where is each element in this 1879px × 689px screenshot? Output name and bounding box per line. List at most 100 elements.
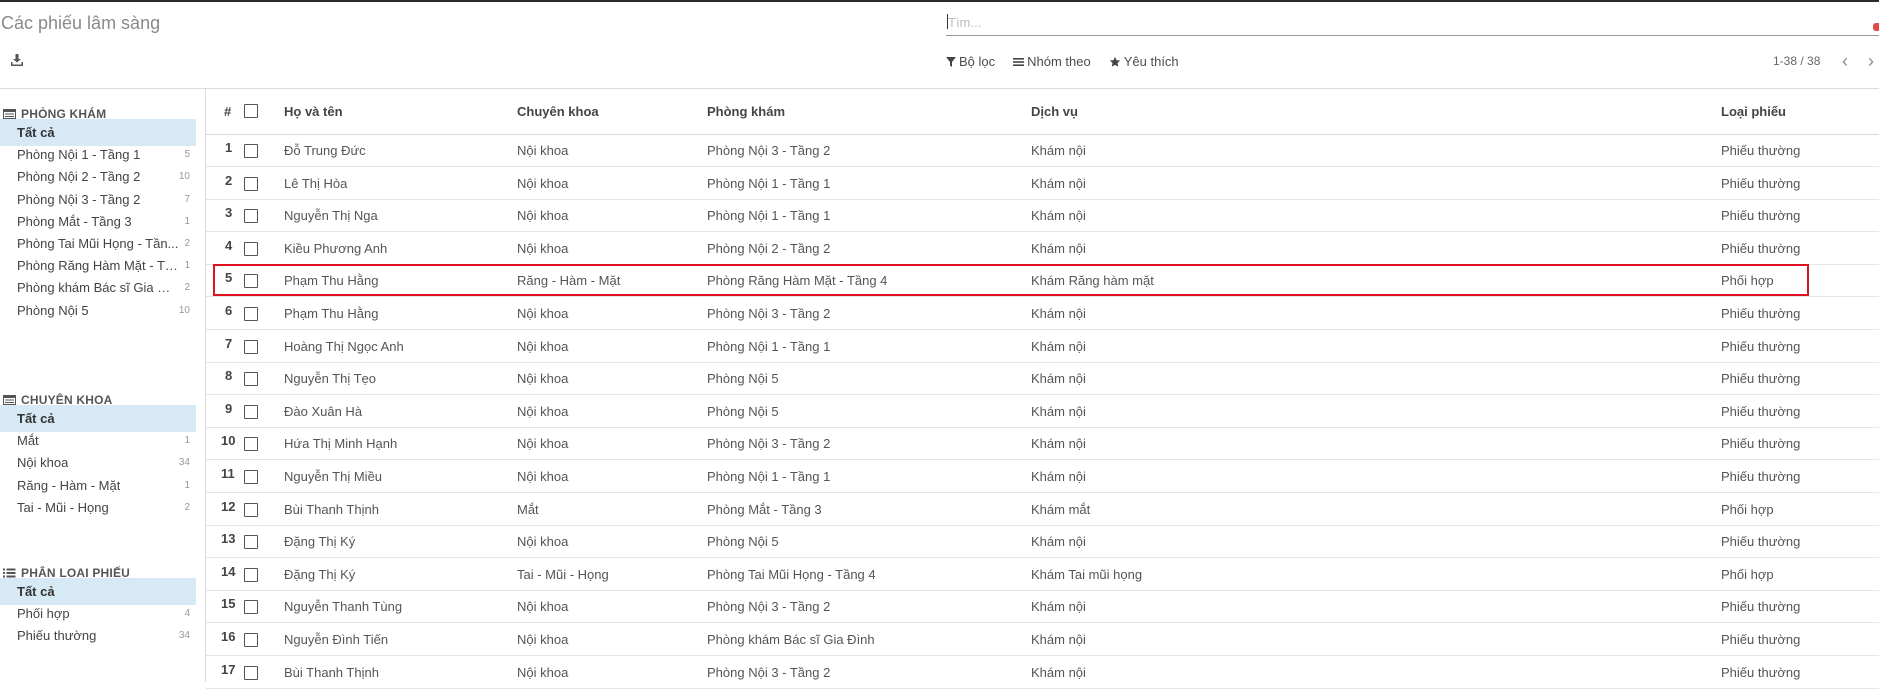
cell-service: Khám mắt <box>1031 501 1091 517</box>
table-row[interactable]: 8 Nguyễn Thị Tẹo Nội khoa Phòng Nội 5 Khám n… <box>206 362 1879 396</box>
cell-name: Nguyễn Thanh Tùng <box>284 599 403 615</box>
cell-room: Phòng Tai Mũi Họng - Tầng 4 <box>707 566 876 582</box>
cell-name: Hoàng Thị Ngọc Anh <box>284 338 404 354</box>
filter-button[interactable]: Bộ lọc <box>946 54 995 69</box>
chevron-right-icon[interactable]: › <box>1868 51 1874 72</box>
row-checkbox[interactable] <box>244 176 258 191</box>
cell-service: Khám nội <box>1031 371 1086 387</box>
cell-type: Phối hợp <box>1721 501 1774 517</box>
table-row[interactable]: 16 Nguyễn Đình Tiến Nội khoa Phòng khám Bác… <box>206 623 1879 656</box>
sidebar-item-label: Phòng Tai Mũi Họng - Tần... <box>17 236 179 251</box>
sidebar-item-count: 4 <box>184 608 190 620</box>
row-checkbox[interactable] <box>244 209 258 224</box>
row-checkbox[interactable] <box>244 372 258 387</box>
sidebar-item-count: 1 <box>184 435 190 447</box>
column-header-number: # <box>224 104 232 119</box>
table-row[interactable]: 10 Hứa Thị Minh Hạnh Nội khoa Phòng Nội 3 -… <box>206 427 1879 461</box>
cell-service: Khám nội <box>1031 664 1086 680</box>
row-checkbox[interactable] <box>244 339 258 354</box>
cell-specialty: Nội khoa <box>517 599 569 615</box>
cell-type: Phiếu thường <box>1721 664 1801 680</box>
row-checkbox[interactable] <box>244 633 258 647</box>
cell-service: Khám nội <box>1031 175 1086 191</box>
row-checkbox[interactable] <box>244 665 258 680</box>
cell-room: Phòng Nội 1 - Tầng 1 <box>707 208 831 224</box>
row-checkbox[interactable] <box>244 535 258 550</box>
row-number: 8 <box>225 368 233 384</box>
column-header-room[interactable]: Phòng khám <box>707 104 785 119</box>
cell-name: Đào Xuân Hà <box>284 403 363 419</box>
table-row[interactable]: 1 Đỗ Trung Đức Nội khoa Phòng Nội 3 - Tầng … <box>206 134 1879 167</box>
sidebar-item-count: 2 <box>184 238 190 249</box>
column-header-service[interactable]: Dịch vụ <box>1031 104 1078 119</box>
group-by-button[interactable]: Nhóm theo <box>1013 54 1091 69</box>
sidebar-item-count: 1 <box>184 260 190 272</box>
table-row[interactable]: 4 Kiều Phương Anh Nội khoa Phòng Nội 2 - Tầ… <box>206 232 1879 265</box>
row-number: 14 <box>221 563 236 579</box>
cell-name: Bùi Thanh Thịnh <box>284 501 379 517</box>
table-row[interactable]: 2 Lê Thị Hòa Nội khoa Phòng Nội 1 - Tầng 1 K… <box>206 167 1879 200</box>
sidebar-item-label: Phòng Nội 3 - Tầng 2 <box>17 191 141 207</box>
cell-service: Khám nội <box>1031 599 1086 615</box>
cell-name: Đỗ Trung Đức <box>284 143 366 158</box>
sidebar-item[interactable]: Tai - Mũi - Họng 2 <box>0 494 196 521</box>
column-header-name[interactable]: Họ và tên <box>284 104 343 119</box>
cell-type: Phiếu thường <box>1721 143 1801 158</box>
sidebar-item[interactable]: Phiếu thường 34 <box>0 622 196 649</box>
search-box[interactable] <box>946 10 1879 36</box>
row-checkbox[interactable] <box>244 241 258 256</box>
cell-service: Khám nội <box>1031 143 1086 158</box>
column-header-specialty[interactable]: Chuyên khoa <box>517 104 599 119</box>
cell-specialty: Nội khoa <box>517 403 569 419</box>
cell-name: Nguyễn Thị Miều <box>284 469 383 484</box>
cell-service: Khám nội <box>1031 208 1086 224</box>
table-row[interactable]: 3 Nguyễn Thị Nga Nội khoa Phòng Nội 1 - Tần… <box>206 199 1879 233</box>
row-checkbox[interactable] <box>244 307 258 321</box>
sidebar-item-label: Tất cả <box>17 584 55 599</box>
row-number: 7 <box>225 335 233 351</box>
cell-type: Phối hợp <box>1721 566 1774 582</box>
sidebar-item-label: Phòng Nội 2 - Tầng 2 <box>17 169 141 185</box>
row-checkbox[interactable] <box>244 470 258 484</box>
table-row[interactable]: 13 Đặng Thị Ký Nội khoa Phòng Nội 5 Khám nội… <box>206 525 1879 559</box>
filter-icon <box>946 56 956 67</box>
chevron-left-icon[interactable]: ‹ <box>1842 51 1848 72</box>
cell-name: Đặng Thị Ký <box>284 534 356 550</box>
sidebar-item-label: Nội khoa <box>17 455 69 471</box>
table-row[interactable]: 7 Hoàng Thị Ngọc Anh Nội khoa Phòng Nội 1 -… <box>206 330 1879 363</box>
favorites-button[interactable]: Yêu thích <box>1109 54 1179 69</box>
cell-service: Khám nội <box>1031 240 1086 256</box>
table-row[interactable]: 17 Bùi Thanh Thịnh Nội khoa Phòng Nội 3 - T… <box>206 656 1879 689</box>
table-row[interactable]: 6 Phạm Thu Hằng Nội khoa Phòng Nội 3 - Tầng… <box>206 297 1879 330</box>
sidebar-item-count: 10 <box>178 304 190 316</box>
cell-type: Phiếu thường <box>1721 240 1801 256</box>
select-all-checkbox[interactable] <box>244 104 258 118</box>
download-icon[interactable] <box>11 54 23 69</box>
table-row[interactable]: 12 Bùi Thanh Thịnh Mắt Phòng Mắt - Tầng 3 Kh… <box>206 493 1879 526</box>
table-row[interactable]: 11 Nguyễn Thị Miều Nội khoa Phòng Nội 1 - T… <box>206 460 1879 493</box>
cell-service: Khám Tai mũi họng <box>1031 566 1143 582</box>
cell-name: Hứa Thị Minh Hạnh <box>284 436 398 452</box>
table-row[interactable]: 14 Đặng Thị Ký Tai - Mũi - Họng Phòng Tai M… <box>206 558 1879 591</box>
sidebar-item[interactable]: Phòng Nội 5 10 <box>0 297 196 324</box>
column-header-type[interactable]: Loại phiếu <box>1721 104 1786 119</box>
row-number: 2 <box>225 172 233 188</box>
cell-specialty: Mắt <box>517 501 539 517</box>
sidebar-item-count: 10 <box>178 171 190 183</box>
row-checkbox[interactable] <box>244 437 258 452</box>
table-row[interactable]: 9 Đào Xuân Hà Nội khoa Phòng Nội 5 Khám nội P… <box>206 395 1879 428</box>
search-indicator <box>1873 23 1879 31</box>
pager-value[interactable]: 1-38 / 38 <box>1773 54 1820 68</box>
table-row[interactable]: 15 Nguyễn Thanh Tùng Nội khoa Phòng Nội 3 -… <box>206 590 1879 624</box>
search-input[interactable] <box>946 10 1879 34</box>
row-checkbox[interactable] <box>244 600 258 615</box>
cell-specialty: Nội khoa <box>517 436 569 452</box>
row-checkbox[interactable] <box>244 404 258 419</box>
row-checkbox[interactable] <box>244 567 258 582</box>
cell-type: Phiếu thường <box>1721 208 1801 224</box>
cell-name: Bùi Thanh Thịnh <box>284 664 379 680</box>
row-checkbox[interactable] <box>244 144 258 158</box>
row-checkbox[interactable] <box>244 502 258 517</box>
cell-type: Phiếu thường <box>1721 469 1801 484</box>
cell-service: Khám nội <box>1031 403 1086 419</box>
